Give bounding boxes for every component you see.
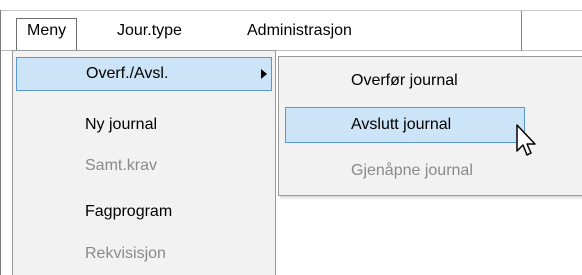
menu-item-label: Ny journal [85,116,158,133]
menu-bar-edge [521,11,522,51]
menu-item-label: Overf./Avsl. [86,65,169,82]
meny-dropdown: Overf./Avsl. Ny journal Samt.krav Fagpro… [12,50,276,275]
submenu-shadow [280,196,582,200]
submenu-item-label: Overfør journal [351,72,458,89]
menu-bar-item-administrasjon[interactable]: Administrasjon [237,19,362,51]
menu-bar-item-meny[interactable]: Meny [16,18,78,51]
menu-bar-item-jour-type[interactable]: Jour.type [107,19,192,51]
submenu-item-avslutt-journal[interactable]: Avslutt journal [285,107,525,143]
menu-item-label: Rekvisisjon [85,245,166,262]
submenu-item-label: Gjenåpne journal [351,162,473,179]
menu-item-label: Fagprogram [85,203,173,220]
submenu-arrow-icon [261,69,267,79]
menu-item-rekvisisjon: Rekvisisjon [16,237,272,271]
menu-bar: Meny Jour.type Administrasjon [1,11,582,51]
submenu-item-overfor-journal[interactable]: Overfør journal [282,63,582,99]
menu-item-samt-krav: Samt.krav [16,149,272,183]
submenu-item-label: Avslutt journal [351,116,452,133]
menu-item-label: Samt.krav [85,157,158,174]
mouse-pointer-icon [516,124,536,156]
menu-item-overf-avsl[interactable]: Overf./Avsl. [16,57,272,91]
menu-item-ny-journal[interactable]: Ny journal [16,108,272,142]
menu-item-fagprogram[interactable]: Fagprogram [16,195,272,229]
